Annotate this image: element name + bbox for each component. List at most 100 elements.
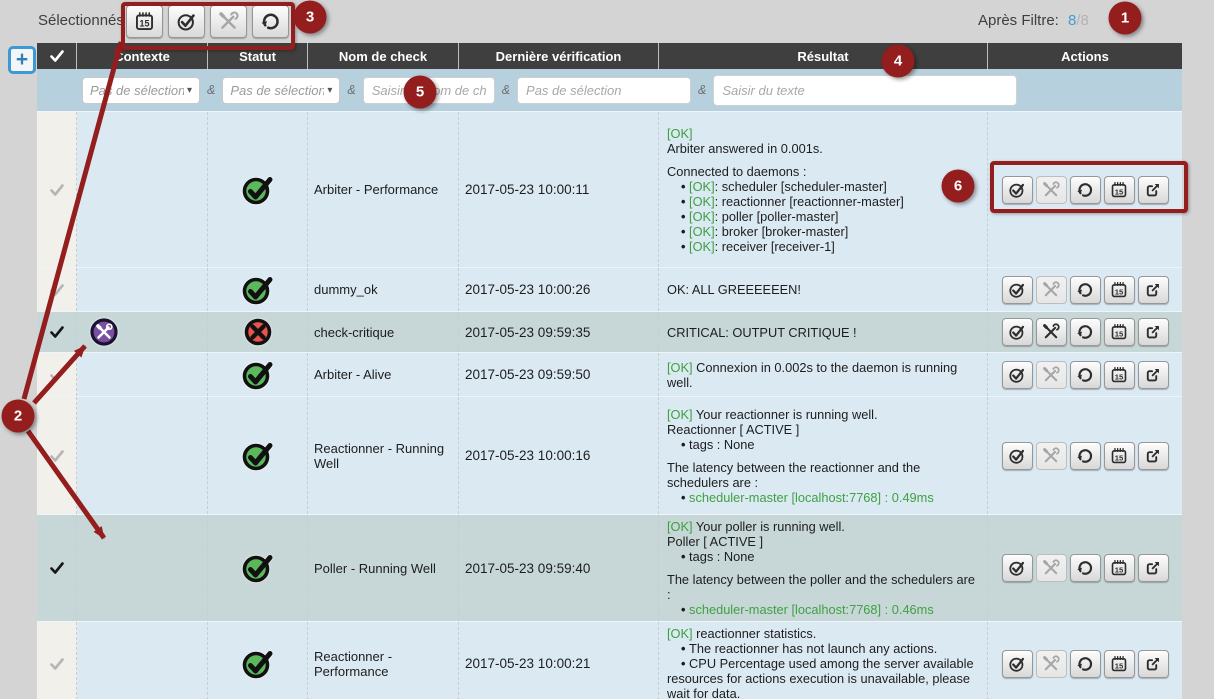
undo-icon [1076, 655, 1094, 673]
export-button[interactable] [1138, 318, 1169, 346]
acknowledge-button[interactable] [1002, 554, 1033, 582]
add-filter-button[interactable]: + [8, 46, 36, 74]
last-check-time: 2017-05-23 09:59:35 [465, 325, 590, 340]
acknowledge-button[interactable] [1002, 318, 1033, 346]
downtime-button[interactable]: 15 [1104, 318, 1135, 346]
recheck-button[interactable] [1070, 442, 1101, 470]
result-line: [OK] Connexion in 0.002s to the daemon i… [667, 360, 979, 390]
export-button[interactable] [1138, 442, 1169, 470]
recheck-button[interactable] [1070, 650, 1101, 678]
downtime-button[interactable]: 15 [1104, 276, 1135, 304]
result-line: [OK]: receiver [receiver-1] [667, 239, 979, 254]
recheck-button[interactable] [1070, 361, 1101, 389]
fix-button[interactable] [1036, 318, 1067, 346]
context-filter-select[interactable]: Pas de sélection ▾ [82, 77, 200, 104]
export-button[interactable] [1138, 650, 1169, 678]
export-button[interactable] [1138, 554, 1169, 582]
downtime-button[interactable]: 15 [1104, 442, 1135, 470]
table-row[interactable]: Arbiter - Performance2017-05-23 10:00:11… [37, 111, 1182, 267]
recheck-button[interactable] [1070, 554, 1101, 582]
export-button[interactable] [1138, 176, 1169, 204]
row-select-cell[interactable] [37, 353, 77, 396]
column-header-select[interactable] [37, 43, 77, 69]
status-cell [208, 112, 308, 267]
export-button[interactable] [1138, 276, 1169, 304]
downtime-button[interactable]: 15 [1104, 361, 1135, 389]
fix-button[interactable] [1036, 442, 1067, 470]
last-check-time: 2017-05-23 09:59:40 [465, 561, 590, 576]
downtime-button[interactable]: 15 [1104, 650, 1135, 678]
status-cell [208, 397, 308, 514]
bulk-acknowledge-button[interactable] [168, 5, 205, 38]
acknowledge-button[interactable] [1002, 361, 1033, 389]
recheck-button[interactable] [1070, 176, 1101, 204]
check-name-cell: dummy_ok [308, 268, 459, 311]
column-header-result[interactable]: Résultat [659, 43, 988, 69]
status-filter-select[interactable]: Pas de sélection ▾ [222, 77, 340, 104]
column-header-context[interactable]: Contexte [77, 43, 208, 69]
column-header-last_check[interactable]: Dernière vérification [459, 43, 659, 69]
check-name-cell: Reactionner - Running Well [308, 397, 459, 514]
row-select-cell[interactable] [37, 112, 77, 267]
calendar-15-icon: 15 [1110, 447, 1128, 465]
column-header-status[interactable]: Statut [208, 43, 308, 69]
export-icon [1144, 655, 1162, 673]
row-select-cell[interactable] [37, 622, 77, 699]
check-circle-icon [1008, 281, 1026, 299]
check-name: Reactionner - Running Well [314, 441, 454, 471]
table-row[interactable]: Reactionner - Running Well 2017-05-23 10:… [37, 396, 1182, 514]
result-line: Arbiter answered in 0.001s. [667, 141, 979, 156]
downtime-button[interactable]: 15 [1104, 554, 1135, 582]
recheck-button[interactable] [1070, 318, 1101, 346]
table-row[interactable]: Poller - Running Well2017-05-23 09:59:40… [37, 514, 1182, 621]
result-filter-input[interactable] [713, 75, 1017, 106]
bulk-actions-toolbar: 15 [126, 5, 289, 38]
result-line: [OK] Your reactionner is running well. [667, 407, 979, 422]
result-line [667, 564, 979, 572]
calendar-15-icon: 15 [1110, 655, 1128, 673]
last-check-time: 2017-05-23 10:00:16 [465, 448, 590, 463]
row-select-cell[interactable] [37, 397, 77, 514]
chevron-down-icon: ▾ [327, 85, 332, 96]
context-cell [77, 515, 208, 621]
table-row[interactable]: dummy_ok2017-05-23 10:00:26OK: ALL GREEE… [37, 267, 1182, 311]
last-check-filter-input[interactable] [517, 77, 691, 104]
column-header-name[interactable]: Nom de check [308, 43, 459, 69]
result-line: [OK] [667, 126, 979, 141]
acknowledge-button[interactable] [1002, 442, 1033, 470]
bulk-downtime-button[interactable]: 15 [126, 5, 163, 38]
export-button[interactable] [1138, 361, 1169, 389]
fix-button[interactable] [1036, 361, 1067, 389]
calendar-15-icon: 15 [1110, 323, 1128, 341]
export-icon [1144, 181, 1162, 199]
result-cell: CRITICAL: OUTPUT CRITIQUE ! [659, 312, 988, 352]
calendar-15-icon: 15 [1110, 559, 1128, 577]
table-row[interactable]: check-critique2017-05-23 09:59:35CRITICA… [37, 311, 1182, 352]
check-icon [50, 50, 64, 62]
acknowledge-button[interactable] [1002, 276, 1033, 304]
downtime-button[interactable]: 15 [1104, 176, 1135, 204]
column-header-actions[interactable]: Actions [988, 43, 1182, 69]
fix-button[interactable] [1036, 276, 1067, 304]
recheck-button[interactable] [1070, 276, 1101, 304]
name-filter-input[interactable] [363, 77, 495, 104]
result-line: [OK]: reactionner [reactionner-master] [667, 194, 979, 209]
fix-button[interactable] [1036, 650, 1067, 678]
fix-button[interactable] [1036, 554, 1067, 582]
acknowledge-button[interactable] [1002, 650, 1033, 678]
table-row[interactable]: Reactionner - Performance2017-05-23 10:0… [37, 621, 1182, 699]
bulk-fix-button[interactable] [210, 5, 247, 38]
check-circle-icon [1008, 366, 1026, 384]
table-row[interactable]: Arbiter - Alive2017-05-23 09:59:50[OK] C… [37, 352, 1182, 396]
ok-status-icon [240, 358, 276, 392]
row-check-icon [50, 658, 64, 670]
fix-button[interactable] [1036, 176, 1067, 204]
acknowledge-button[interactable] [1002, 176, 1033, 204]
row-select-cell[interactable] [37, 268, 77, 311]
row-select-cell[interactable] [37, 515, 77, 621]
last-check-cell: 2017-05-23 10:00:21 [459, 622, 659, 699]
result-line: Poller [ ACTIVE ] [667, 534, 979, 549]
bulk-recheck-button[interactable] [252, 5, 289, 38]
svg-text:15: 15 [1115, 372, 1124, 381]
row-select-cell[interactable] [37, 312, 77, 352]
